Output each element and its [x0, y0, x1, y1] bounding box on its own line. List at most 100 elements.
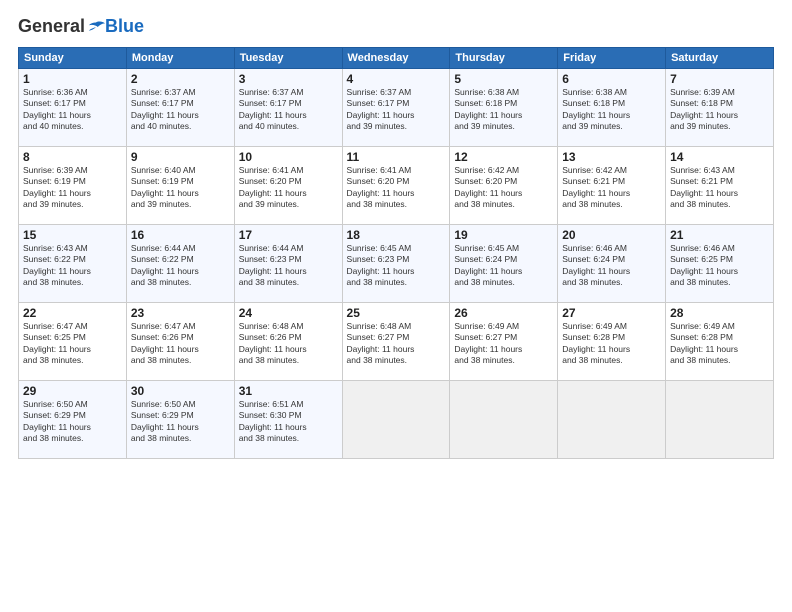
- day-number: 21: [670, 228, 769, 242]
- day-number: 20: [562, 228, 661, 242]
- day-number: 31: [239, 384, 338, 398]
- calendar-cell: 4Sunrise: 6:37 AM Sunset: 6:17 PM Daylig…: [342, 69, 450, 147]
- day-info: Sunrise: 6:50 AM Sunset: 6:29 PM Dayligh…: [131, 399, 230, 445]
- day-number: 28: [670, 306, 769, 320]
- day-info: Sunrise: 6:38 AM Sunset: 6:18 PM Dayligh…: [562, 87, 661, 133]
- col-header-tuesday: Tuesday: [234, 48, 342, 69]
- day-number: 4: [347, 72, 446, 86]
- day-number: 30: [131, 384, 230, 398]
- day-info: Sunrise: 6:39 AM Sunset: 6:18 PM Dayligh…: [670, 87, 769, 133]
- day-number: 23: [131, 306, 230, 320]
- day-info: Sunrise: 6:38 AM Sunset: 6:18 PM Dayligh…: [454, 87, 553, 133]
- col-header-thursday: Thursday: [450, 48, 558, 69]
- day-info: Sunrise: 6:44 AM Sunset: 6:23 PM Dayligh…: [239, 243, 338, 289]
- day-number: 24: [239, 306, 338, 320]
- day-number: 22: [23, 306, 122, 320]
- calendar-week-3: 15Sunrise: 6:43 AM Sunset: 6:22 PM Dayli…: [19, 225, 774, 303]
- day-info: Sunrise: 6:39 AM Sunset: 6:19 PM Dayligh…: [23, 165, 122, 211]
- calendar-cell: 28Sunrise: 6:49 AM Sunset: 6:28 PM Dayli…: [666, 303, 774, 381]
- calendar-week-1: 1Sunrise: 6:36 AM Sunset: 6:17 PM Daylig…: [19, 69, 774, 147]
- day-number: 14: [670, 150, 769, 164]
- calendar-cell: 1Sunrise: 6:36 AM Sunset: 6:17 PM Daylig…: [19, 69, 127, 147]
- day-number: 12: [454, 150, 553, 164]
- day-number: 16: [131, 228, 230, 242]
- calendar-cell: 8Sunrise: 6:39 AM Sunset: 6:19 PM Daylig…: [19, 147, 127, 225]
- calendar-cell: [450, 381, 558, 459]
- calendar-cell: 2Sunrise: 6:37 AM Sunset: 6:17 PM Daylig…: [126, 69, 234, 147]
- logo-general: General: [18, 16, 85, 37]
- day-info: Sunrise: 6:49 AM Sunset: 6:27 PM Dayligh…: [454, 321, 553, 367]
- calendar-week-2: 8Sunrise: 6:39 AM Sunset: 6:19 PM Daylig…: [19, 147, 774, 225]
- calendar-cell: 10Sunrise: 6:41 AM Sunset: 6:20 PM Dayli…: [234, 147, 342, 225]
- calendar-cell: 9Sunrise: 6:40 AM Sunset: 6:19 PM Daylig…: [126, 147, 234, 225]
- day-info: Sunrise: 6:47 AM Sunset: 6:25 PM Dayligh…: [23, 321, 122, 367]
- calendar-cell: [666, 381, 774, 459]
- calendar-cell: 7Sunrise: 6:39 AM Sunset: 6:18 PM Daylig…: [666, 69, 774, 147]
- calendar-cell: 29Sunrise: 6:50 AM Sunset: 6:29 PM Dayli…: [19, 381, 127, 459]
- day-info: Sunrise: 6:41 AM Sunset: 6:20 PM Dayligh…: [347, 165, 446, 211]
- page-header: General Blue: [18, 16, 774, 37]
- day-info: Sunrise: 6:46 AM Sunset: 6:24 PM Dayligh…: [562, 243, 661, 289]
- day-number: 29: [23, 384, 122, 398]
- col-header-wednesday: Wednesday: [342, 48, 450, 69]
- calendar-cell: 12Sunrise: 6:42 AM Sunset: 6:20 PM Dayli…: [450, 147, 558, 225]
- day-number: 17: [239, 228, 338, 242]
- day-number: 1: [23, 72, 122, 86]
- day-info: Sunrise: 6:43 AM Sunset: 6:22 PM Dayligh…: [23, 243, 122, 289]
- day-info: Sunrise: 6:43 AM Sunset: 6:21 PM Dayligh…: [670, 165, 769, 211]
- day-info: Sunrise: 6:48 AM Sunset: 6:27 PM Dayligh…: [347, 321, 446, 367]
- day-number: 7: [670, 72, 769, 86]
- day-number: 6: [562, 72, 661, 86]
- calendar-cell: 3Sunrise: 6:37 AM Sunset: 6:17 PM Daylig…: [234, 69, 342, 147]
- day-info: Sunrise: 6:47 AM Sunset: 6:26 PM Dayligh…: [131, 321, 230, 367]
- logo-bird-icon: [87, 20, 105, 34]
- calendar-cell: 25Sunrise: 6:48 AM Sunset: 6:27 PM Dayli…: [342, 303, 450, 381]
- calendar-header-row: SundayMondayTuesdayWednesdayThursdayFrid…: [19, 48, 774, 69]
- day-number: 15: [23, 228, 122, 242]
- logo-blue: Blue: [105, 16, 144, 37]
- calendar-cell: 15Sunrise: 6:43 AM Sunset: 6:22 PM Dayli…: [19, 225, 127, 303]
- day-info: Sunrise: 6:50 AM Sunset: 6:29 PM Dayligh…: [23, 399, 122, 445]
- day-info: Sunrise: 6:48 AM Sunset: 6:26 PM Dayligh…: [239, 321, 338, 367]
- day-info: Sunrise: 6:40 AM Sunset: 6:19 PM Dayligh…: [131, 165, 230, 211]
- calendar-cell: 17Sunrise: 6:44 AM Sunset: 6:23 PM Dayli…: [234, 225, 342, 303]
- day-number: 13: [562, 150, 661, 164]
- calendar-cell: 26Sunrise: 6:49 AM Sunset: 6:27 PM Dayli…: [450, 303, 558, 381]
- logo: General Blue: [18, 16, 144, 37]
- calendar-cell: 20Sunrise: 6:46 AM Sunset: 6:24 PM Dayli…: [558, 225, 666, 303]
- calendar-cell: 30Sunrise: 6:50 AM Sunset: 6:29 PM Dayli…: [126, 381, 234, 459]
- day-number: 3: [239, 72, 338, 86]
- calendar-cell: 16Sunrise: 6:44 AM Sunset: 6:22 PM Dayli…: [126, 225, 234, 303]
- calendar-cell: 6Sunrise: 6:38 AM Sunset: 6:18 PM Daylig…: [558, 69, 666, 147]
- col-header-saturday: Saturday: [666, 48, 774, 69]
- calendar-cell: 27Sunrise: 6:49 AM Sunset: 6:28 PM Dayli…: [558, 303, 666, 381]
- calendar-cell: [342, 381, 450, 459]
- day-info: Sunrise: 6:41 AM Sunset: 6:20 PM Dayligh…: [239, 165, 338, 211]
- day-number: 27: [562, 306, 661, 320]
- col-header-monday: Monday: [126, 48, 234, 69]
- day-info: Sunrise: 6:42 AM Sunset: 6:20 PM Dayligh…: [454, 165, 553, 211]
- day-info: Sunrise: 6:44 AM Sunset: 6:22 PM Dayligh…: [131, 243, 230, 289]
- day-info: Sunrise: 6:49 AM Sunset: 6:28 PM Dayligh…: [562, 321, 661, 367]
- day-number: 5: [454, 72, 553, 86]
- calendar-cell: 31Sunrise: 6:51 AM Sunset: 6:30 PM Dayli…: [234, 381, 342, 459]
- day-number: 2: [131, 72, 230, 86]
- calendar-cell: 24Sunrise: 6:48 AM Sunset: 6:26 PM Dayli…: [234, 303, 342, 381]
- day-info: Sunrise: 6:36 AM Sunset: 6:17 PM Dayligh…: [23, 87, 122, 133]
- day-info: Sunrise: 6:42 AM Sunset: 6:21 PM Dayligh…: [562, 165, 661, 211]
- day-number: 18: [347, 228, 446, 242]
- col-header-sunday: Sunday: [19, 48, 127, 69]
- day-number: 19: [454, 228, 553, 242]
- day-info: Sunrise: 6:45 AM Sunset: 6:24 PM Dayligh…: [454, 243, 553, 289]
- day-info: Sunrise: 6:46 AM Sunset: 6:25 PM Dayligh…: [670, 243, 769, 289]
- day-number: 11: [347, 150, 446, 164]
- day-info: Sunrise: 6:37 AM Sunset: 6:17 PM Dayligh…: [239, 87, 338, 133]
- calendar-cell: 21Sunrise: 6:46 AM Sunset: 6:25 PM Dayli…: [666, 225, 774, 303]
- calendar-cell: 13Sunrise: 6:42 AM Sunset: 6:21 PM Dayli…: [558, 147, 666, 225]
- calendar-cell: 23Sunrise: 6:47 AM Sunset: 6:26 PM Dayli…: [126, 303, 234, 381]
- day-info: Sunrise: 6:45 AM Sunset: 6:23 PM Dayligh…: [347, 243, 446, 289]
- day-number: 10: [239, 150, 338, 164]
- day-number: 9: [131, 150, 230, 164]
- day-number: 26: [454, 306, 553, 320]
- calendar-cell: 22Sunrise: 6:47 AM Sunset: 6:25 PM Dayli…: [19, 303, 127, 381]
